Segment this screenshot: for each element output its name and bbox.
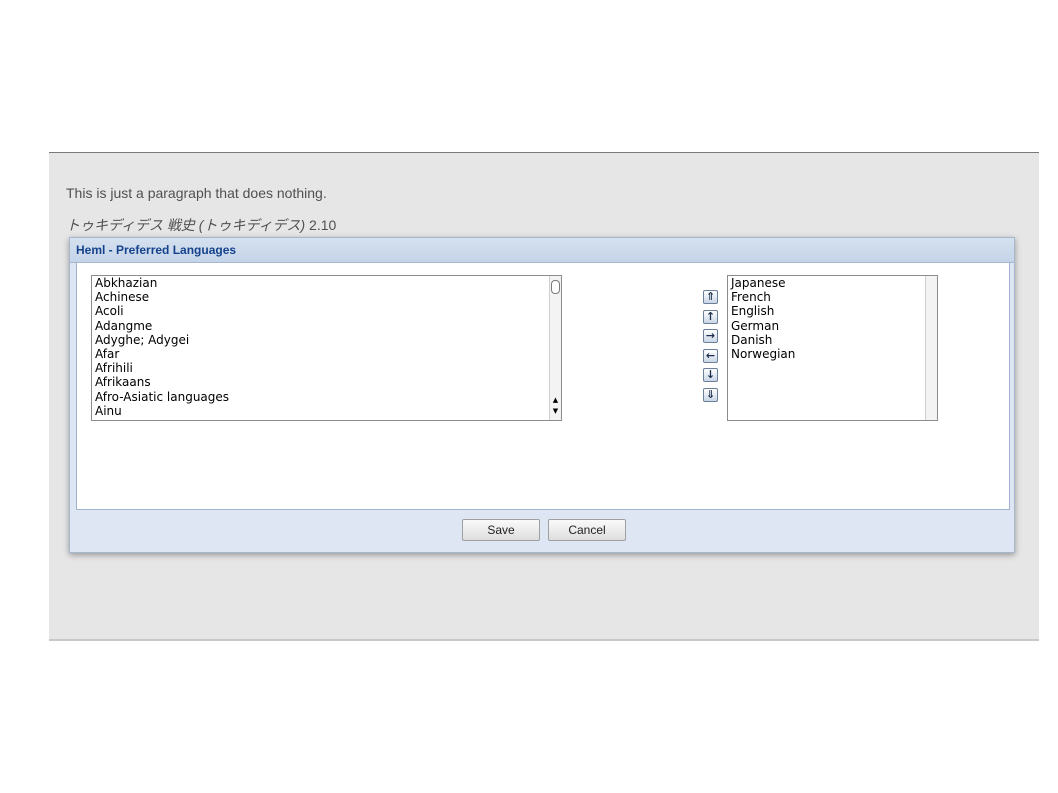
move-bottom-button[interactable]: ⇓ (703, 387, 718, 402)
citation-ref: 2.10 (309, 217, 337, 233)
available-item[interactable]: Ainu (92, 404, 561, 418)
move-down-button[interactable]: ↓ (703, 368, 718, 382)
dialog-title: Heml - Preferred Languages (70, 238, 1014, 263)
cancel-button[interactable]: Cancel (548, 519, 626, 541)
available-item[interactable]: Adyghe; Adygei (92, 333, 561, 347)
preferred-languages-dialog: Heml - Preferred Languages Abkhazian Achi… (69, 237, 1015, 553)
move-top-button[interactable]: ⇑ (703, 290, 718, 304)
citation-author: トゥキディデス (66, 217, 164, 233)
citation-title: 戦史 (トゥキディデス) (166, 217, 306, 233)
double-arrow-down-icon: ⇓ (705, 387, 716, 401)
preferred-languages-list[interactable]: Japanese French English German Danish Norwegi… (727, 275, 938, 421)
available-languages-list[interactable]: Abkhazian Achinese Acoli Adangme Adyghe; Ady… (91, 275, 562, 421)
available-item[interactable]: Afro-Asiatic languages (92, 390, 561, 404)
available-item[interactable]: Afrikaans (92, 375, 561, 389)
available-item[interactable]: Achinese (92, 290, 561, 304)
preferred-item[interactable]: French (728, 290, 937, 304)
available-item[interactable]: Abkhazian (92, 276, 561, 290)
paragraph-text: This is just a paragraph that does nothi… (66, 185, 327, 201)
available-items: Abkhazian Achinese Acoli Adangme Adyghe; Ady… (92, 276, 561, 418)
dialog-body: Abkhazian Achinese Acoli Adangme Adyghe; Ady… (76, 263, 1010, 510)
preferred-item[interactable]: Danish (728, 333, 937, 347)
preferred-list-scrollbar[interactable] (925, 276, 937, 420)
add-button[interactable]: → (703, 329, 718, 343)
arrow-right-icon: → (705, 329, 716, 342)
preferred-item[interactable]: Norwegian (728, 347, 937, 361)
scroll-up-arrow-icon[interactable]: ▲ (550, 396, 561, 404)
available-item[interactable]: Afar (92, 347, 561, 361)
preferred-item[interactable]: Japanese (728, 276, 937, 290)
remove-button[interactable]: ← (703, 348, 718, 363)
available-item[interactable]: Afrihili (92, 361, 561, 375)
move-up-button[interactable]: ↑ (703, 309, 718, 324)
citation-line: トゥキディデス 戦史 (トゥキディデス) 2.10 (66, 215, 336, 235)
double-arrow-up-icon: ⇑ (705, 290, 716, 303)
arrow-up-icon: ↑ (705, 309, 716, 323)
available-list-scrollbar[interactable]: ▲ ▼ (549, 276, 561, 420)
scroll-down-arrow-icon[interactable]: ▼ (550, 407, 561, 415)
arrow-down-icon: ↓ (705, 368, 716, 381)
preferred-item[interactable]: English (728, 304, 937, 318)
scrollbar-thumb[interactable] (551, 280, 560, 294)
arrow-left-icon: ← (705, 348, 716, 362)
available-item[interactable]: Adangme (92, 319, 561, 333)
preferred-items: Japanese French English German Danish Norwegi… (728, 276, 937, 361)
available-item[interactable]: Acoli (92, 304, 561, 318)
save-button[interactable]: Save (462, 519, 540, 541)
preferred-item[interactable]: German (728, 319, 937, 333)
